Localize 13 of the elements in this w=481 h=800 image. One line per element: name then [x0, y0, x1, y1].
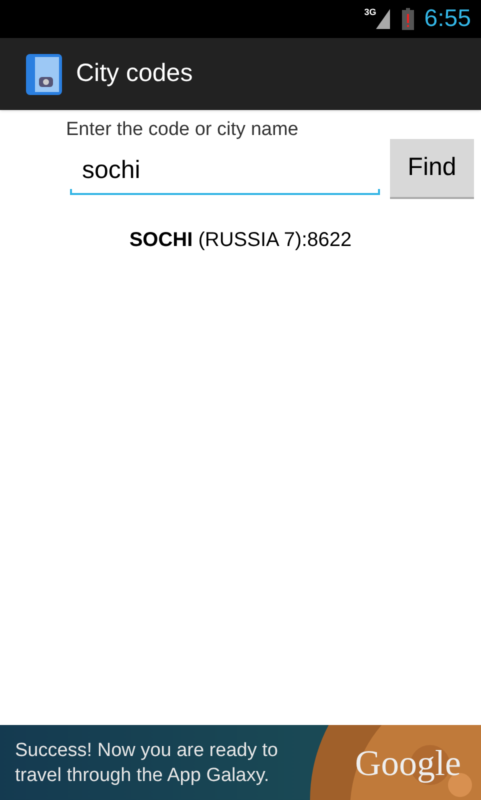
field-label: Enter the code or city name — [66, 118, 300, 142]
clock: 6:55 — [424, 4, 471, 34]
signal-icon — [376, 9, 390, 29]
battery-icon — [402, 8, 414, 30]
ad-banner[interactable]: Success! Now you are ready to travel through the App Galaxy. Google — [0, 725, 481, 800]
app-title: City codes — [76, 58, 193, 90]
network-type: 3G — [364, 6, 376, 19]
search-field[interactable]: sochi — [70, 148, 380, 194]
ad-brand: Google — [355, 742, 461, 785]
find-button[interactable]: Find — [390, 138, 474, 198]
phone-app-icon — [25, 52, 63, 96]
result-text: SOCHI (RUSSIA 7):8622 — [129, 228, 352, 252]
ad-text: Success! Now you are ready to travel through the App Galaxy. — [15, 738, 279, 788]
